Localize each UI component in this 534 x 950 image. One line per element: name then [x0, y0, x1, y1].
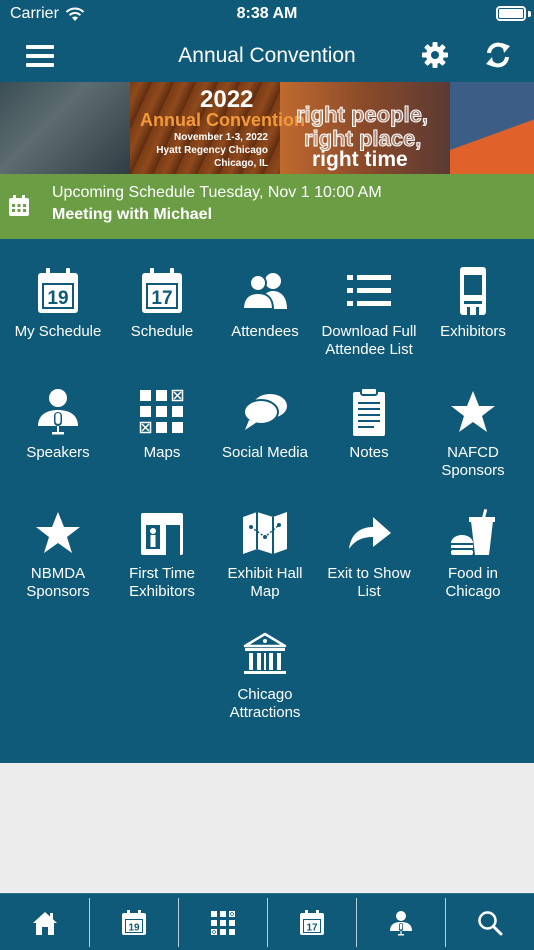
tab-schedule[interactable]: 17 — [267, 894, 356, 950]
tile-notes[interactable]: Notes — [316, 388, 422, 462]
menu-grid: 19 My Schedule 17 Schedule Attendees Dow… — [0, 239, 534, 763]
speaker-icon — [389, 910, 412, 935]
convention-banner[interactable]: 2022 Annual Convention November 1-3, 202… — [0, 82, 534, 174]
tile-label: Schedule — [130, 323, 194, 340]
upcoming-schedule-banner[interactable]: Upcoming Schedule Tuesday, Nov 1 10:00 A… — [0, 174, 534, 239]
people-icon — [241, 273, 287, 310]
banner-dates: November 1-3, 2022 — [174, 132, 268, 143]
calendar-19-icon: 19 — [121, 909, 146, 935]
tab-maps[interactable] — [178, 894, 267, 950]
tile-social-media[interactable]: Social Media — [212, 388, 318, 462]
tile-nbmda-sponsors[interactable]: NBMDA Sponsors — [5, 509, 111, 601]
search-icon — [477, 910, 502, 935]
tile-attendees[interactable]: Attendees — [212, 267, 318, 341]
map-grid-icon — [210, 910, 235, 935]
tile-exit-to-show-list[interactable]: Exit to Show List — [316, 509, 422, 601]
calendar-19-icon: 19 — [38, 268, 78, 313]
tile-label: NBMDA Sponsors — [26, 565, 90, 600]
tile-schedule[interactable]: 17 Schedule — [109, 267, 215, 341]
tile-first-time-exhibitors[interactable]: First Time Exhibitors — [109, 509, 215, 601]
tile-label: Social Media — [222, 444, 308, 461]
calendar-number: 19 — [128, 922, 140, 933]
gear-icon[interactable] — [420, 40, 450, 70]
status-bar: Carrier 8:38 AM — [0, 0, 534, 30]
calendar-17-icon: 17 — [142, 268, 182, 313]
tile-maps[interactable]: Maps — [109, 388, 215, 462]
tile-label: Exhibitors — [440, 323, 506, 340]
first-time-booth-icon — [141, 513, 183, 555]
tile-label: Maps — [143, 444, 181, 461]
chat-bubbles-icon — [243, 394, 287, 430]
refresh-icon[interactable] — [484, 40, 512, 70]
banner-tagline-3: right time — [312, 148, 408, 171]
fast-food-icon — [451, 509, 495, 555]
banner-event-name: Annual Convention — [140, 110, 305, 130]
tile-speakers[interactable]: Speakers — [5, 388, 111, 462]
home-icon — [32, 911, 57, 935]
tile-label: Download Full Attendee List — [321, 323, 417, 358]
calendar-17-icon: 17 — [299, 909, 324, 935]
banner-graphic-right — [450, 82, 534, 174]
tile-label: My Schedule — [14, 323, 102, 340]
tile-label: NAFCD Sponsors — [441, 444, 505, 479]
landmark-icon — [243, 632, 287, 674]
tile-exhibitors[interactable]: Exhibitors — [420, 267, 526, 341]
tile-label: Chicago Attractions — [229, 686, 301, 721]
clock: 8:38 AM — [236, 5, 298, 22]
banner-city: Chicago, IL — [214, 158, 268, 169]
tile-my-schedule[interactable]: 19 My Schedule — [5, 267, 111, 341]
battery-icon — [496, 6, 526, 21]
folded-map-icon — [243, 512, 287, 554]
page-title: Annual Convention — [178, 44, 356, 67]
notepad-icon — [353, 388, 385, 436]
tile-food-in-chicago[interactable]: Food in Chicago — [420, 509, 526, 601]
nav-bar: Annual Convention — [0, 30, 534, 82]
upcoming-meeting-title: Meeting with Michael — [52, 206, 213, 223]
banner-tagline-1: right people, — [296, 102, 429, 128]
tile-label: Notes — [349, 444, 389, 461]
share-arrow-icon — [349, 517, 391, 549]
star-icon — [451, 391, 495, 432]
battery-tip — [528, 11, 531, 17]
tile-label: Food in Chicago — [445, 565, 501, 600]
tile-download-attendee-list[interactable]: Download Full Attendee List — [316, 267, 422, 359]
calendar-icon — [9, 195, 29, 216]
tile-chicago-attractions[interactable]: Chicago Attractions — [212, 630, 318, 722]
tile-exhibit-hall-map[interactable]: Exhibit Hall Map — [212, 509, 318, 601]
star-icon — [36, 512, 80, 553]
tab-search[interactable] — [445, 894, 534, 950]
tile-label: Exhibit Hall Map — [227, 565, 303, 600]
tile-nafcd-sponsors[interactable]: NAFCD Sponsors — [420, 388, 526, 480]
tile-label: First Time Exhibitors — [129, 565, 195, 600]
tile-label: Exit to Show List — [327, 565, 411, 600]
tab-my-schedule[interactable]: 19 — [89, 894, 178, 950]
tile-label: Speakers — [26, 444, 90, 461]
list-icon — [347, 275, 391, 306]
tab-speakers[interactable] — [356, 894, 445, 950]
upcoming-schedule-time: Upcoming Schedule Tuesday, Nov 1 10:00 A… — [52, 184, 382, 201]
speaker-icon — [38, 389, 78, 435]
calendar-number: 19 — [47, 288, 68, 309]
map-grid-icon — [139, 389, 184, 434]
calendar-number: 17 — [151, 288, 172, 309]
bottom-tab-bar: 19 17 — [0, 893, 534, 950]
tile-label: Attendees — [231, 323, 299, 340]
banner-venue: Hyatt Regency Chicago — [156, 145, 268, 156]
tab-home[interactable] — [0, 894, 89, 950]
booth-icon — [460, 267, 486, 315]
calendar-number: 17 — [306, 922, 318, 933]
